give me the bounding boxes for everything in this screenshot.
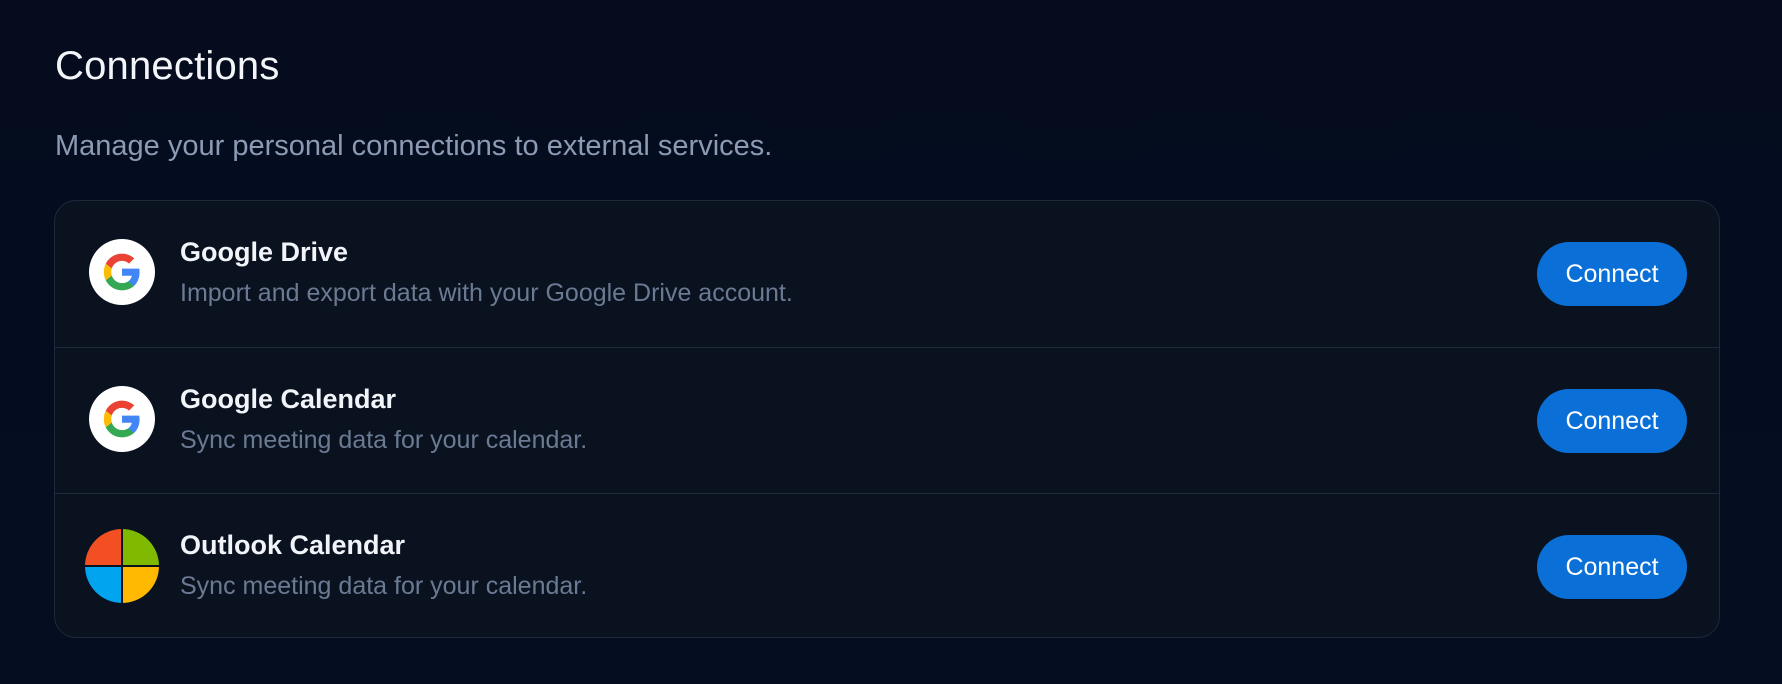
connections-page: Connections Manage your personal connect…: [0, 0, 1782, 684]
connection-description: Sync meeting data for your calendar.: [180, 426, 588, 454]
page-title: Connections: [55, 44, 280, 88]
connect-button-outlook-calendar[interactable]: Connect: [1537, 535, 1687, 599]
microsoft-icon: [85, 529, 159, 603]
connection-description: Sync meeting data for your calendar.: [180, 572, 588, 600]
google-icon: [89, 239, 155, 305]
connection-row-google-calendar: Google Calendar Sync meeting data for yo…: [55, 347, 1719, 493]
page-subtitle: Manage your personal connections to exte…: [55, 130, 773, 162]
connection-name: Google Calendar: [180, 384, 397, 414]
connection-name: Outlook Calendar: [180, 530, 406, 560]
google-icon: [89, 386, 155, 452]
connection-row-google-drive: Google Drive Import and export data with…: [55, 201, 1719, 347]
connection-description: Import and export data with your Google …: [180, 279, 793, 307]
connect-button-google-calendar[interactable]: Connect: [1537, 389, 1687, 453]
connection-name: Google Drive: [180, 237, 349, 267]
connection-row-outlook-calendar: Outlook Calendar Sync meeting data for y…: [55, 493, 1719, 637]
connect-button-google-drive[interactable]: Connect: [1537, 242, 1687, 306]
connections-list: Google Drive Import and export data with…: [54, 200, 1720, 638]
